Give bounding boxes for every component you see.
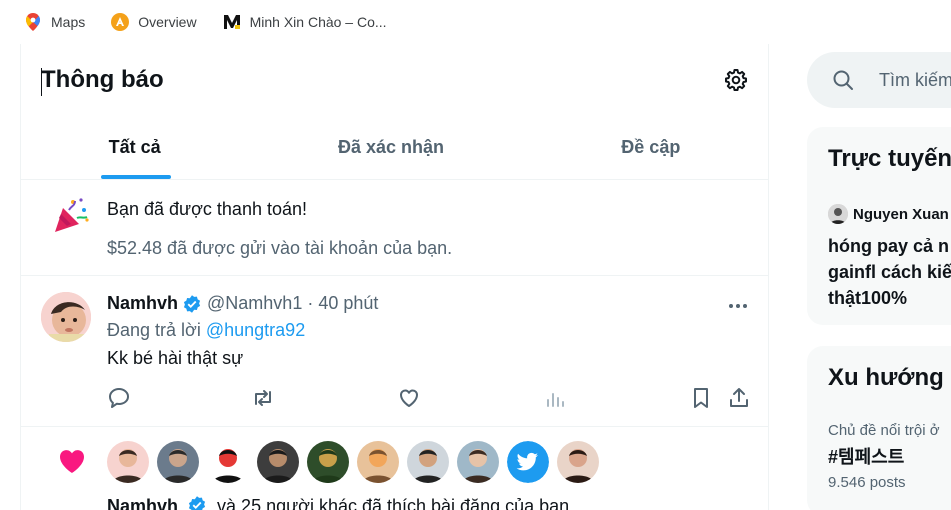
bookmark-icon: [694, 388, 708, 408]
search-placeholder: Tìm kiếm: [879, 70, 951, 90]
tab-verified[interactable]: Đã xác nhận: [248, 116, 533, 179]
trend-tag[interactable]: #템페스트: [828, 443, 904, 469]
tab-mentions[interactable]: Đề cập: [534, 116, 768, 179]
verified-badge-icon: [183, 294, 201, 313]
liker-avatar[interactable]: [157, 441, 199, 483]
reply-icon: [109, 388, 129, 408]
avatar: [828, 204, 848, 224]
bookmark-minh-xin-chao[interactable]: Minh Xin Chào – Co...: [222, 13, 387, 31]
party-popper-icon: [51, 196, 91, 236]
liker-avatar[interactable]: [457, 441, 499, 483]
bookmark-label: Maps: [51, 14, 86, 30]
bookmark-overview[interactable]: Overview: [111, 13, 197, 31]
views-button[interactable]: [543, 386, 567, 410]
share-icon: [730, 388, 748, 407]
liker-avatar[interactable]: [407, 441, 449, 483]
analytics-icon: [547, 393, 564, 407]
trend-post-count: 9.546 posts: [828, 474, 906, 491]
bookmark-label: Overview: [138, 14, 197, 30]
tweet-time[interactable]: 40 phút: [318, 293, 378, 314]
payment-title: Bạn đã được thanh toán!: [107, 199, 307, 219]
tweet-actions: [107, 386, 748, 410]
gear-icon: [725, 69, 747, 91]
live-card: Trực tuyến Nguyen Xuan hóng pay cả n gai…: [807, 127, 951, 325]
payment-description: $52.48 đã được gửi vào tài khoản của bạn…: [107, 238, 453, 258]
reply-tweet[interactable]: Namhvh @Namhvh1 · 40 phút Đang trả lời @…: [21, 276, 768, 427]
bookmark-button[interactable]: [689, 386, 713, 410]
like-button[interactable]: [397, 386, 421, 410]
tab-all[interactable]: Tất cả: [21, 116, 248, 179]
heart-outline-icon: [400, 389, 418, 407]
page-title: Thông báo: [41, 66, 164, 93]
tab-label: Đã xác nhận: [337, 137, 445, 157]
live-line[interactable]: thật100%: [828, 288, 907, 309]
trends-title: Xu hướng: [828, 364, 944, 391]
avatar[interactable]: [41, 292, 91, 342]
notification-tabs: Tất cả Đã xác nhận Đề cập: [21, 116, 768, 180]
author-handle[interactable]: @Namhvh1: [207, 293, 302, 314]
bookmarks-bar: Maps Overview Minh Xin Chào – Co...: [0, 0, 951, 44]
liker-avatar[interactable]: [357, 441, 399, 483]
live-line[interactable]: gainfl cách kiế: [828, 262, 951, 283]
twitter-bird-avatar[interactable]: [507, 441, 549, 483]
tab-label: Đề cập: [621, 137, 681, 157]
more-dots-icon: [729, 304, 747, 308]
share-button[interactable]: [727, 386, 751, 410]
liker-avatar[interactable]: [207, 441, 249, 483]
bookmark-maps[interactable]: Maps: [24, 13, 85, 31]
heart-icon: [55, 445, 89, 482]
liker-name[interactable]: Namhvh: [107, 496, 178, 510]
likes-summary: Namhvh và 25 người khác đã thích bài đăn…: [107, 495, 569, 510]
notifications-column: Thông báo Tất cả Đã xác nhận Đề cập Bạn …: [20, 44, 769, 510]
replying-to-link[interactable]: @hungtra92: [206, 320, 305, 340]
medium-m-icon: [222, 13, 241, 31]
search-icon: [833, 70, 853, 90]
tweet-header: Namhvh @Namhvh1 · 40 phút: [107, 293, 378, 314]
trend-category: Chủ đề nổi trội ở: [828, 422, 940, 439]
liker-avatar[interactable]: [107, 441, 149, 483]
likes-text: và 25 người khác đã thích bài đăng của b…: [217, 496, 570, 510]
author-name[interactable]: Namhvh: [107, 293, 178, 314]
tweet-text: Kk bé hài thật sự: [107, 348, 244, 368]
trends-card: Xu hướng Chủ đề nổi trội ở #템페스트 9.546 p…: [807, 346, 951, 510]
live-user[interactable]: Nguyen Xuan: [828, 204, 949, 224]
reply-button[interactable]: [107, 386, 131, 410]
more-button[interactable]: [728, 296, 748, 321]
liker-avatar[interactable]: [307, 441, 349, 483]
tab-label: Tất cả: [108, 137, 161, 157]
maps-icon: [24, 13, 42, 31]
live-title: Trực tuyến: [828, 145, 951, 172]
verified-badge-icon: [188, 496, 206, 510]
likes-notification[interactable]: Namhvh và 25 người khác đã thích bài đăn…: [21, 427, 768, 510]
active-tab-indicator: [101, 175, 171, 179]
live-user-name: Nguyen Xuan: [853, 205, 949, 223]
overview-icon: [111, 13, 130, 31]
replying-prefix: Đang trả lời: [107, 320, 201, 340]
repost-button[interactable]: [251, 386, 275, 410]
liker-avatar[interactable]: [257, 441, 299, 483]
replying-to: Đang trả lời @hungtra92: [107, 320, 305, 341]
notifications-header: Thông báo: [21, 44, 768, 116]
settings-button[interactable]: [724, 68, 748, 92]
live-line[interactable]: hóng pay cả n: [828, 236, 949, 257]
repost-icon: [255, 390, 271, 406]
payment-notification[interactable]: Bạn đã được thanh toán! $52.48 đã được g…: [21, 180, 768, 276]
liker-avatar[interactable]: [557, 441, 599, 483]
bookmark-label: Minh Xin Chào – Co...: [249, 14, 387, 30]
separator-dot: ·: [307, 293, 314, 313]
search-box[interactable]: Tìm kiếm: [807, 52, 951, 108]
